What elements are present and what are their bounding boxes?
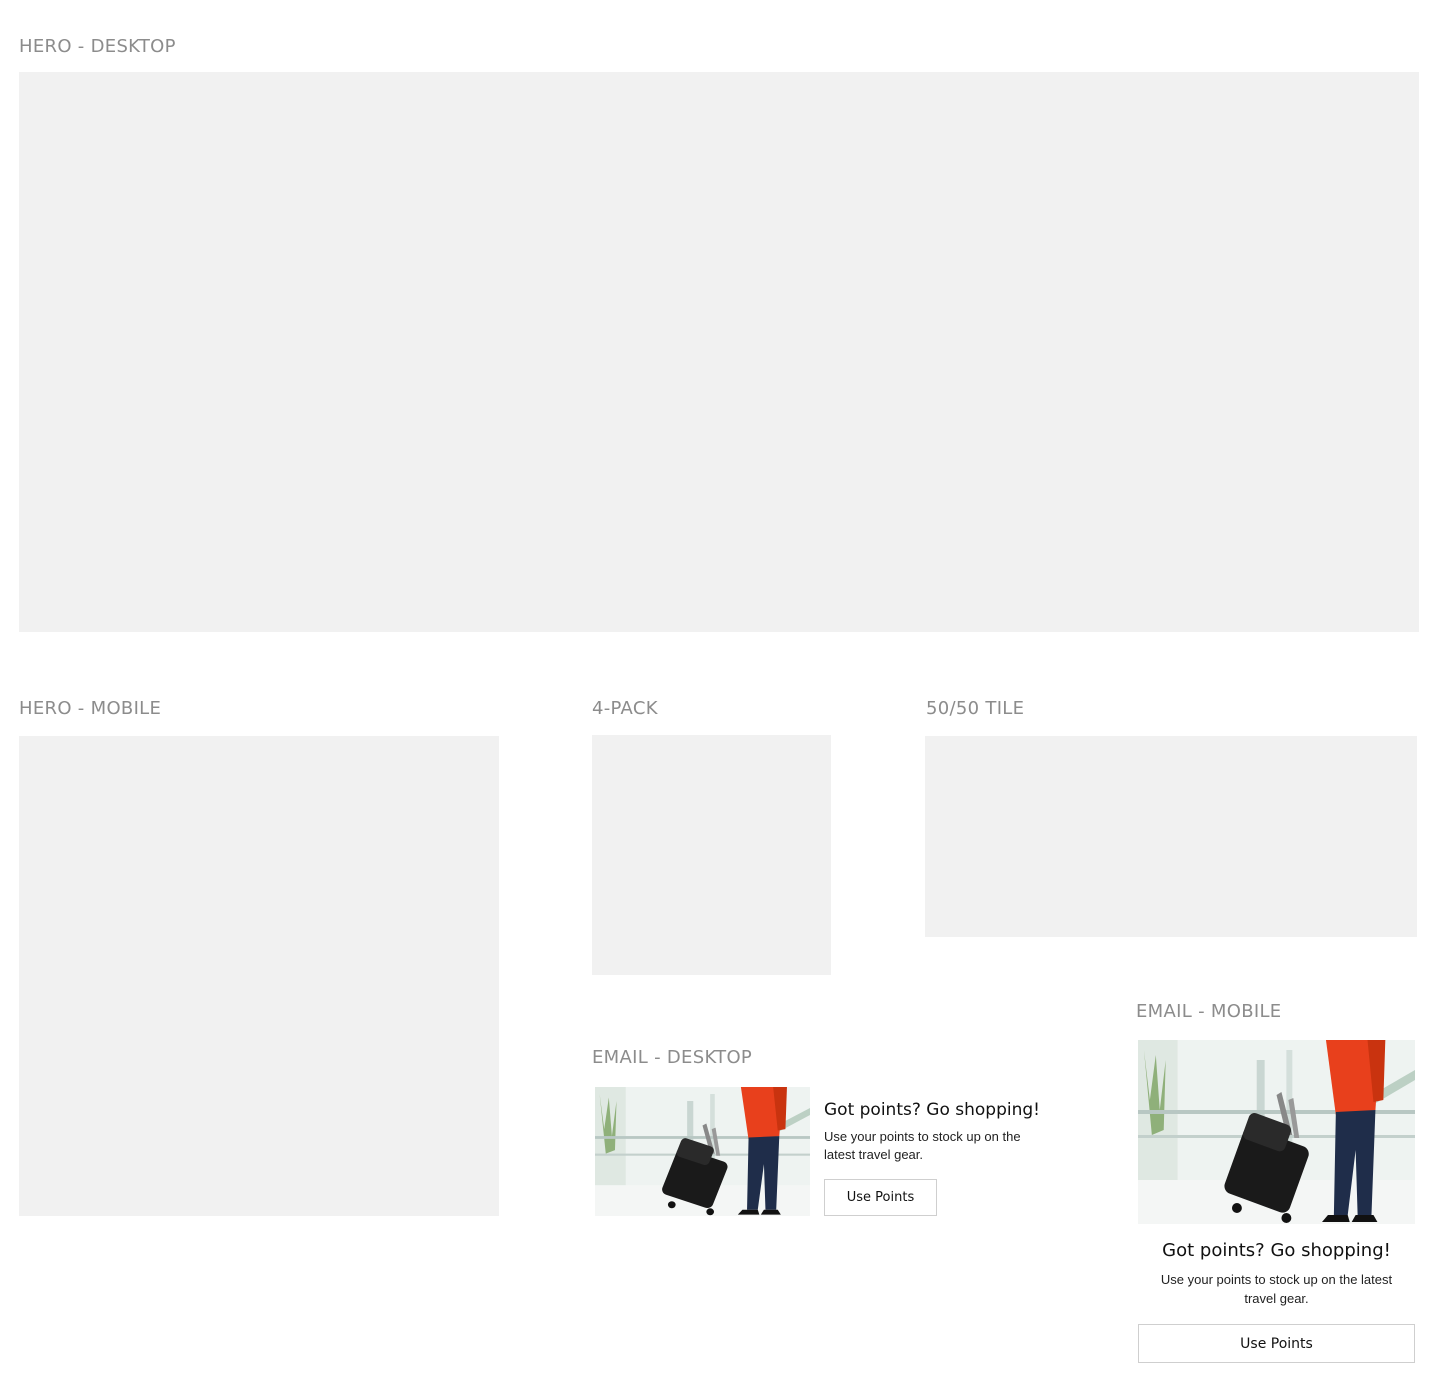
email-desktop-title: Got points? Go shopping! [824, 1100, 1040, 1120]
email-desktop-label: EMAIL - DESKTOP [592, 1047, 753, 1068]
email-mobile-title: Got points? Go shopping! [1162, 1240, 1391, 1261]
traveler-with-luggage-image [595, 1087, 810, 1216]
email-desktop-body-line-1: Use your points to stock up on the [824, 1129, 1021, 1144]
email-mobile-use-points-button[interactable]: Use Points [1138, 1324, 1415, 1363]
four-pack-label: 4-PACK [592, 698, 658, 719]
email-desktop-body: Use your points to stock up on the lates… [824, 1128, 1064, 1164]
email-mobile-body-line-2: travel gear. [1244, 1291, 1309, 1306]
email-mobile-label: EMAIL - MOBILE [1136, 1001, 1282, 1022]
hero-desktop-label: HERO - DESKTOP [19, 36, 176, 57]
hero-desktop-placeholder [19, 72, 1419, 632]
email-mobile-body-line-1: Use your points to stock up on the lates… [1160, 1272, 1393, 1287]
email-desktop-photo [595, 1087, 810, 1216]
traveler-with-luggage-image [1138, 1040, 1415, 1224]
fifty-fifty-tile-placeholder [925, 736, 1417, 937]
hero-mobile-label: HERO - MOBILE [19, 698, 162, 719]
four-pack-placeholder [592, 735, 831, 975]
email-desktop-body-line-2: latest travel gear. [824, 1147, 923, 1162]
fifty-fifty-tile-label: 50/50 TILE [926, 698, 1025, 719]
email-mobile-body: Use your points to stock up on the lates… [1138, 1270, 1415, 1308]
email-mobile-photo [1138, 1040, 1415, 1224]
email-desktop-use-points-button[interactable]: Use Points [824, 1179, 937, 1216]
hero-mobile-placeholder [19, 736, 499, 1216]
